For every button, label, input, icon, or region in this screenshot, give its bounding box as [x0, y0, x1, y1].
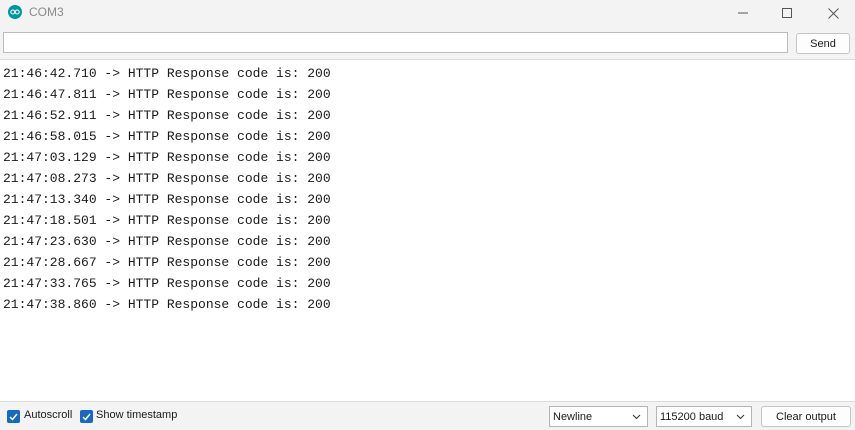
- output-line: 21:46:42.710 -> HTTP Response code is: 2…: [3, 66, 331, 81]
- line-ending-value: Newline: [553, 410, 593, 423]
- show-timestamp-label[interactable]: Show timestamp: [96, 409, 177, 421]
- close-button[interactable]: [810, 0, 855, 26]
- maximize-button[interactable]: [764, 0, 810, 26]
- output-line: 21:47:03.129 -> HTTP Response code is: 2…: [3, 150, 331, 165]
- output-line: 21:47:23.630 -> HTTP Response code is: 2…: [3, 234, 331, 249]
- checkmark-icon: [9, 413, 18, 421]
- output-line: 21:47:18.501 -> HTTP Response code is: 2…: [3, 213, 331, 228]
- send-button[interactable]: Send: [796, 33, 850, 54]
- output-line: 21:47:33.765 -> HTTP Response code is: 2…: [3, 276, 331, 291]
- arduino-logo-icon: [8, 5, 22, 19]
- autoscroll-checkbox[interactable]: [7, 410, 20, 423]
- close-icon: [827, 7, 839, 19]
- output-line: 21:46:52.911 -> HTTP Response code is: 2…: [3, 108, 331, 123]
- baud-rate-value: 115200 baud: [660, 410, 724, 423]
- serial-output[interactable]: 21:46:42.710 -> HTTP Response code is: 2…: [0, 60, 855, 400]
- chevron-down-icon: [632, 414, 641, 420]
- output-line: 21:47:08.273 -> HTTP Response code is: 2…: [3, 171, 331, 186]
- line-ending-select[interactable]: Newline: [549, 406, 648, 427]
- autoscroll-label[interactable]: Autoscroll: [24, 409, 72, 421]
- baud-rate-select[interactable]: 115200 baud: [656, 406, 752, 427]
- title-bar: COM3: [0, 0, 855, 26]
- maximize-icon: [782, 8, 792, 18]
- window-title: COM3: [29, 5, 64, 19]
- bottom-bar: Autoscroll Show timestamp Newline 115200…: [0, 401, 855, 430]
- output-line: 21:47:13.340 -> HTTP Response code is: 2…: [3, 192, 331, 207]
- chevron-down-icon: [736, 414, 745, 420]
- clear-output-button[interactable]: Clear output: [761, 406, 851, 427]
- minimize-icon: [738, 12, 748, 14]
- checkmark-icon: [82, 413, 91, 421]
- send-input[interactable]: [3, 32, 788, 53]
- minimize-button[interactable]: [720, 0, 766, 26]
- output-line: 21:46:58.015 -> HTTP Response code is: 2…: [3, 129, 331, 144]
- output-line: 21:47:28.667 -> HTTP Response code is: 2…: [3, 255, 331, 270]
- show-timestamp-checkbox[interactable]: [80, 410, 93, 423]
- send-bar: Send: [0, 26, 855, 60]
- output-line: 21:47:38.860 -> HTTP Response code is: 2…: [3, 297, 331, 312]
- output-line: 21:46:47.811 -> HTTP Response code is: 2…: [3, 87, 331, 102]
